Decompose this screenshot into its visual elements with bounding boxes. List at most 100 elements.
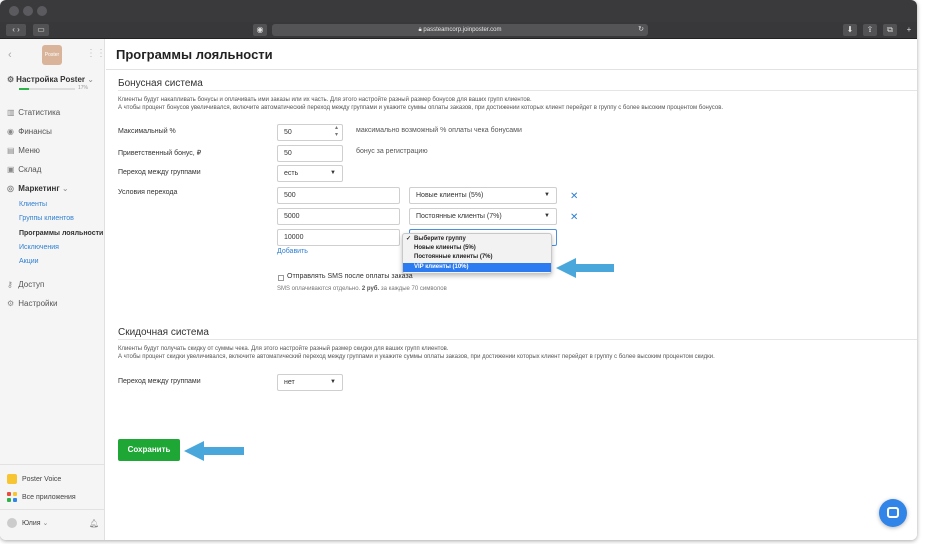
nav-menu[interactable]: ▤ Меню (7, 146, 40, 155)
remove-condition-icon[interactable]: ✕ (570, 191, 578, 202)
discount-transition-value: нет (284, 379, 295, 386)
dropdown-option[interactable]: Постоянные клиенты (7%) (403, 253, 551, 262)
nav-label: Статистика (18, 108, 61, 117)
dropdown-option[interactable]: Новые клиенты (5%) (403, 244, 551, 253)
nav-statistics[interactable]: ▥ Статистика (7, 108, 60, 117)
download-icon[interactable]: ⬇ (843, 24, 857, 36)
condition-amount-value: 5000 (284, 213, 300, 220)
account-name: Настройка Poster (16, 75, 86, 84)
discount-section-title: Скидочная система (118, 327, 209, 338)
box-icon: ▣ (7, 165, 15, 174)
menu-icon: ▤ (7, 146, 15, 155)
account-switcher[interactable]: ⚙ Настройка Poster ⌄ (7, 75, 94, 84)
max-percent-label: Максимальный % (118, 128, 176, 135)
chart-icon: ▥ (7, 108, 15, 117)
max-percent-input[interactable]: 50 ▴ ▾ (277, 124, 343, 141)
nav-label: Финансы (18, 127, 52, 136)
chevron-down-icon: ⌄ (85, 75, 94, 84)
nav-settings[interactable]: ⚙ Настройки (7, 299, 57, 308)
dropdown-option[interactable]: Выберите группу (403, 235, 551, 244)
nav-label: Склад (18, 165, 42, 174)
all-apps-link[interactable]: Все приложения (7, 492, 76, 502)
nav-client-groups[interactable]: Группы клиентов (19, 215, 74, 222)
poster-logo: Poster (42, 45, 62, 65)
poster-voice-link[interactable]: Poster Voice (7, 474, 61, 484)
chevron-left-icon[interactable]: ‹ (8, 49, 12, 61)
user-menu[interactable]: Юлия ⌄ (7, 518, 48, 528)
settings-circle-icon: ⚙ (7, 75, 15, 84)
remove-condition-icon[interactable]: ✕ (570, 212, 578, 223)
nav-label: Настройки (18, 299, 58, 308)
nav-finance[interactable]: ◉ Финансы (7, 127, 52, 136)
divider (118, 90, 917, 91)
condition-group-value: Постоянные клиенты (7%) (416, 213, 502, 220)
add-condition-link[interactable]: Добавить (277, 248, 308, 255)
bonus-section-title: Бонусная система (118, 78, 203, 89)
condition-amount-value: 500 (284, 192, 296, 199)
reload-icon[interactable]: ↻ (638, 24, 644, 36)
welcome-bonus-label: Приветственный бонус, ₽ (118, 150, 202, 157)
key-icon: ⚷ (7, 280, 13, 289)
nav-loyalty-programs[interactable]: Программы лояльности (19, 230, 103, 237)
condition-amount-input[interactable]: 10000 (277, 229, 400, 246)
address-bar[interactable]: 🔒︎ passteamcorp.joinposter.com ↻ (272, 24, 648, 36)
sms-checkbox[interactable] (278, 275, 284, 281)
nav-promotions[interactable]: Акции (19, 258, 39, 265)
welcome-bonus-value: 50 (284, 150, 292, 157)
bonus-description-2: А чтобы процент бонусов увеличивался, вк… (118, 105, 724, 111)
close-window-button[interactable] (9, 6, 19, 16)
sidebar-toggle-icon[interactable]: ▭ (33, 24, 49, 36)
save-button[interactable]: Сохранить (118, 439, 180, 461)
setup-progress-fill (19, 88, 29, 90)
group-transition-value: есть (284, 170, 299, 177)
nav-exceptions[interactable]: Исключения (19, 244, 59, 251)
zoom-window-button[interactable] (37, 6, 47, 16)
condition-amount-input[interactable]: 5000 (277, 208, 400, 225)
gear-icon: ⚙ (7, 299, 15, 308)
nav-warehouse[interactable]: ▣ Склад (7, 165, 41, 174)
shield-icon[interactable]: ◉ (253, 24, 267, 36)
dropdown-option-highlighted[interactable]: VIP клиенты (10%) (403, 263, 551, 272)
user-name: Юлия (22, 519, 41, 527)
nav-marketing[interactable]: ◎ Маркетинг ⌄ (7, 184, 69, 193)
sms-note: SMS оплачиваются отдельно. 2 руб. за каж… (277, 286, 447, 292)
divider (106, 69, 917, 70)
max-percent-value: 50 (284, 129, 292, 136)
poster-voice-icon (7, 474, 17, 484)
browser-window: ‹ › ▭ ◉ 🔒︎ passteamcorp.joinposter.com ↻… (0, 0, 917, 540)
tabs-icon[interactable]: ⧉ (883, 24, 897, 36)
avatar (7, 518, 17, 528)
back-forward-icon[interactable]: ‹ › (6, 24, 26, 36)
minimize-window-button[interactable] (23, 6, 33, 16)
caret-down-icon: ▼ (330, 170, 336, 176)
url-text: passteamcorp.joinposter.com (423, 27, 502, 33)
max-percent-hint: максимально возможный % оплаты чека бону… (356, 127, 522, 134)
nav-clients[interactable]: Клиенты (19, 201, 47, 208)
condition-group-value: Новые клиенты (5%) (416, 192, 484, 199)
bell-icon[interactable]: 🔔︎ (89, 519, 99, 528)
sms-note-price: 2 руб. (361, 286, 380, 292)
condition-amount-input[interactable]: 500 (277, 187, 400, 204)
condition-group-select[interactable]: Новые клиенты (5%) ▼ (409, 187, 557, 204)
apps-icon (7, 492, 17, 502)
transition-conditions-label: Условия перехода (118, 189, 178, 196)
divider (0, 464, 104, 465)
chat-icon (887, 507, 899, 518)
annotation-arrow-icon (556, 258, 614, 278)
title-bar (0, 0, 917, 22)
discount-transition-select[interactable]: нет ▼ (277, 374, 343, 391)
grid-icon[interactable]: ⋮⋮ (86, 48, 106, 59)
caret-down-icon: ▼ (544, 192, 550, 198)
all-apps-label: Все приложения (22, 493, 76, 501)
group-transition-select[interactable]: есть ▼ (277, 165, 343, 182)
chat-button[interactable] (879, 499, 907, 527)
discount-description-2: А чтобы процент скидки увеличивался, вкл… (118, 354, 715, 360)
condition-group-select[interactable]: Постоянные клиенты (7%) ▼ (409, 208, 557, 225)
new-tab-icon[interactable]: + (902, 24, 916, 36)
stepper-icon[interactable]: ▴ ▾ (335, 125, 338, 139)
page-title: Программы лояльности (116, 47, 273, 62)
welcome-bonus-input[interactable]: 50 (277, 145, 343, 162)
sms-note-text: за каждые 70 символов (380, 286, 447, 292)
nav-access[interactable]: ⚷ Доступ (7, 280, 44, 289)
share-icon[interactable]: ⇪ (863, 24, 877, 36)
